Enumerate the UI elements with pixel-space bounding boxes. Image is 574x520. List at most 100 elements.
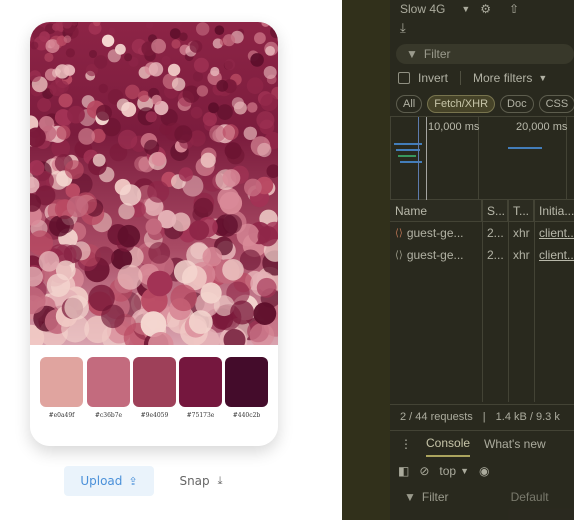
flower-photo bbox=[30, 22, 278, 345]
divider bbox=[460, 71, 462, 85]
log-levels-select[interactable]: Default bbox=[511, 490, 549, 504]
flower-blossom bbox=[89, 50, 97, 58]
throttle-select[interactable]: Slow 4G bbox=[400, 2, 445, 16]
flower-blossom bbox=[222, 124, 239, 141]
timeline-tick-label: 10,000 ms bbox=[428, 121, 480, 133]
flower-blossom bbox=[92, 153, 106, 167]
flower-blossom bbox=[217, 187, 240, 210]
flower-blossom bbox=[230, 300, 255, 325]
request-status: 2... bbox=[487, 248, 504, 262]
chevron-down-icon[interactable]: ▼ bbox=[460, 466, 469, 476]
window-gap bbox=[342, 0, 390, 520]
flower-blossom bbox=[216, 79, 229, 92]
filter-placeholder: Filter bbox=[423, 47, 451, 61]
request-name-cell: ⟨⟩ guest-ge... bbox=[390, 244, 482, 266]
column-divider bbox=[508, 200, 509, 402]
flower-blossom bbox=[64, 295, 89, 320]
clear-console-icon[interactable]: ⊘ bbox=[419, 464, 429, 478]
invert-checkbox[interactable] bbox=[398, 72, 410, 84]
snap-button[interactable]: Snap ⤓ bbox=[166, 466, 236, 496]
type-filter-fetch-xhr[interactable]: Fetch/XHR bbox=[427, 95, 496, 113]
flower-blossom bbox=[224, 142, 242, 160]
flower-blossom bbox=[119, 184, 142, 206]
sidebar-toggle-icon[interactable]: ◧ bbox=[398, 464, 409, 478]
flower-blossom bbox=[151, 38, 166, 54]
column-status[interactable]: S... bbox=[482, 199, 508, 222]
tab-whats-new[interactable]: What's new bbox=[484, 431, 546, 457]
swatch-2[interactable]: #c36b7e bbox=[87, 357, 130, 419]
flower-blossom bbox=[124, 53, 133, 62]
type-filter-doc[interactable]: Doc bbox=[500, 95, 534, 113]
download-har-row: ⤓ bbox=[390, 20, 574, 42]
swatch-1[interactable]: #e0a49f bbox=[40, 357, 83, 419]
timeline-tick-label: 20,000 ms bbox=[516, 121, 568, 133]
flower-blossom bbox=[260, 93, 278, 112]
type-filter-css[interactable]: CSS bbox=[538, 95, 574, 113]
swatch-color bbox=[133, 357, 176, 407]
column-type[interactable]: T... bbox=[508, 199, 534, 222]
swatch-4[interactable]: #75173e bbox=[179, 357, 222, 419]
chevron-down-icon[interactable]: ▼ bbox=[538, 73, 547, 83]
type-filter-all[interactable]: All bbox=[396, 95, 423, 113]
invert-row: Invert More filters ▼ bbox=[390, 68, 574, 88]
flower-blossom bbox=[117, 264, 143, 290]
flower-blossom bbox=[56, 80, 69, 93]
flower-blossom bbox=[247, 102, 258, 113]
network-overview-timeline[interactable]: 10,000 ms 20,000 ms bbox=[390, 116, 574, 201]
flower-blossom bbox=[190, 106, 203, 119]
flower-blossom bbox=[145, 22, 154, 29]
more-filters-button[interactable]: More filters bbox=[473, 71, 532, 85]
flower-blossom bbox=[171, 77, 186, 91]
upload-button[interactable]: Upload ⇪ bbox=[64, 466, 154, 496]
flower-blossom bbox=[217, 104, 233, 120]
eye-icon[interactable]: ◉ bbox=[479, 464, 489, 478]
flower-blossom bbox=[256, 111, 275, 130]
console-toolbar: ◧ ⊘ top ▼ ◉ bbox=[390, 458, 574, 484]
context-selector[interactable]: top bbox=[439, 464, 456, 478]
flower-blossom bbox=[210, 66, 220, 77]
column-name[interactable]: Name bbox=[390, 199, 482, 222]
swatch-3[interactable]: #9e4059 bbox=[133, 357, 176, 419]
request-name-cell: ⟨⟩ guest-ge... bbox=[390, 222, 482, 244]
flower-blossom bbox=[117, 224, 141, 248]
flower-blossom bbox=[200, 152, 216, 168]
palette-card: #e0a49f #c36b7e #9e4059 #75173e #440c2b bbox=[30, 22, 278, 446]
flower-blossom bbox=[265, 46, 275, 56]
tab-console[interactable]: Console bbox=[426, 431, 471, 457]
flower-blossom bbox=[189, 220, 210, 241]
request-initiator-link[interactable]: client... bbox=[539, 226, 574, 240]
flower-blossom bbox=[116, 98, 130, 112]
flower-blossom bbox=[224, 59, 236, 71]
flower-blossom bbox=[66, 195, 89, 218]
upload-har-icon[interactable]: ⇧ bbox=[509, 2, 519, 16]
flower-blossom bbox=[189, 40, 203, 53]
timeline-marker bbox=[426, 117, 427, 201]
flower-blossom bbox=[125, 84, 140, 100]
swatch-hex: #75173e bbox=[186, 412, 215, 419]
request-name: guest-ge... bbox=[406, 226, 464, 240]
download-icon: ⤓ bbox=[217, 474, 223, 487]
filter-row: ▼ Filter bbox=[390, 44, 574, 64]
filter-input[interactable]: ▼ Filter bbox=[396, 44, 574, 64]
flower-blossom bbox=[256, 277, 277, 298]
swatch-5[interactable]: #440c2b bbox=[225, 357, 268, 419]
request-initiator-cell: client... bbox=[534, 222, 574, 244]
flower-blossom bbox=[257, 226, 278, 247]
network-conditions-icon[interactable]: ⚙ bbox=[480, 2, 491, 16]
drawer-menu-icon[interactable]: ⋮ bbox=[400, 437, 412, 451]
download-har-icon[interactable]: ⤓ bbox=[400, 20, 406, 35]
swatch-hex: #440c2b bbox=[232, 412, 261, 419]
request-initiator-link[interactable]: client... bbox=[539, 248, 574, 262]
flower-blossom bbox=[188, 310, 213, 334]
console-filter-input[interactable]: Filter bbox=[422, 490, 449, 504]
flower-blossom bbox=[37, 97, 52, 112]
flower-blossom bbox=[222, 259, 244, 281]
column-initiator[interactable]: Initia... bbox=[534, 200, 574, 222]
flower-blossom bbox=[145, 218, 162, 235]
flower-blossom bbox=[231, 97, 244, 110]
flower-blossom bbox=[263, 66, 277, 79]
chevron-down-icon[interactable]: ▼ bbox=[461, 4, 470, 14]
flower-blossom bbox=[151, 94, 162, 105]
flower-blossom bbox=[222, 34, 236, 47]
flower-blossom bbox=[62, 64, 74, 76]
